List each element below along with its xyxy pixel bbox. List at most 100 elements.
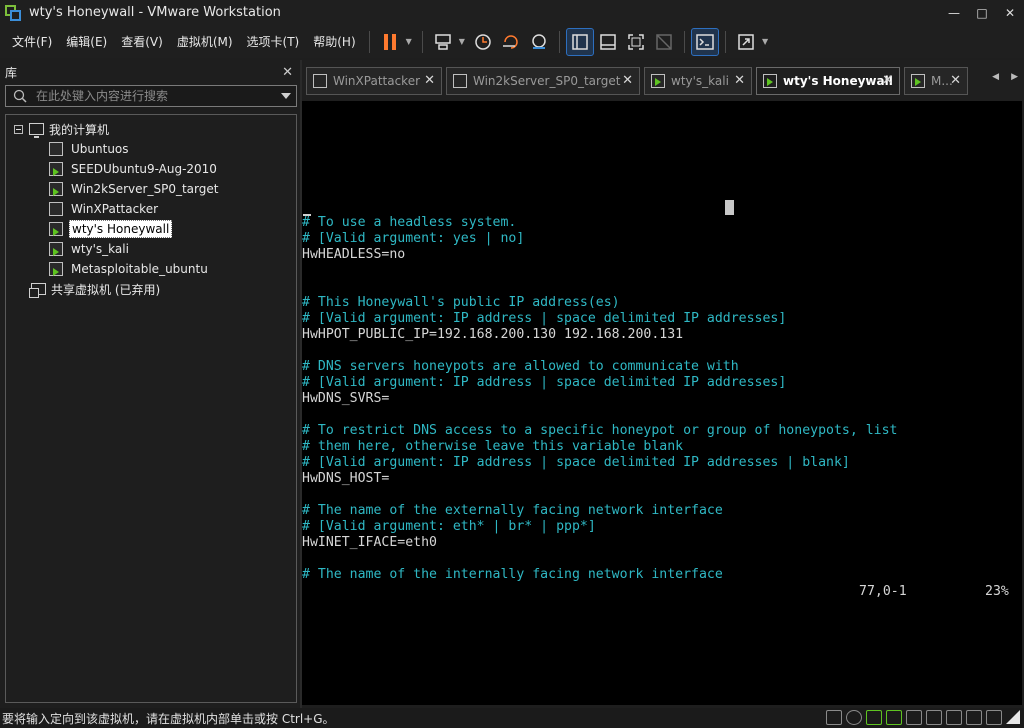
tab-label: wty's Honeywall <box>783 74 893 88</box>
network-adapter-icon[interactable] <box>866 710 882 725</box>
collapse-icon[interactable] <box>14 124 23 134</box>
library-search-input[interactable] <box>36 89 276 103</box>
tab-label: Win2kServer_SP0_target <box>473 74 621 88</box>
thumbnail-bar-button[interactable] <box>594 28 622 56</box>
config-comment-line: # This Honeywall's public IP address(es) <box>302 295 620 310</box>
close-button[interactable]: ✕ <box>996 0 1024 25</box>
sound-icon[interactable] <box>946 710 962 725</box>
tab-winxpattacker[interactable]: WinXPattacker ✕ <box>306 67 442 95</box>
take-snapshot-button[interactable] <box>469 28 497 56</box>
menu-tabs[interactable]: 选项卡(T) <box>240 25 307 58</box>
send-ctrl-alt-del-button[interactable] <box>429 28 457 56</box>
tab-close-icon[interactable]: ✕ <box>424 73 435 88</box>
config-value-line: HwDNS_SVRS= <box>302 391 390 406</box>
menu-edit[interactable]: 编辑(E) <box>59 25 114 58</box>
tree-item-winxpattacker[interactable]: WinXPattacker <box>6 199 296 219</box>
full-screen-button[interactable] <box>622 28 650 56</box>
send-keys-icon <box>435 33 451 50</box>
tree-item-label: SEEDUbuntu9-Aug-2010 <box>71 162 217 176</box>
minimize-button[interactable]: — <box>940 0 968 25</box>
library-close-icon[interactable]: ✕ <box>282 65 293 80</box>
tab-win2kserver[interactable]: Win2kServer_SP0_target ✕ <box>446 67 640 95</box>
tab-metasploitable[interactable]: M... ✕ <box>904 67 968 95</box>
vm-running-icon <box>49 262 63 276</box>
network-adapter-3-icon[interactable] <box>906 710 922 725</box>
tree-item-metasploitable[interactable]: Metasploitable_ubuntu <box>6 259 296 279</box>
vm-icon <box>49 202 63 216</box>
console-icon <box>696 33 714 50</box>
status-message: 要将输入定向到该虚拟机，请在虚拟机内部单击或按 Ctrl+G。 <box>2 711 335 726</box>
config-value-line: HwINET_IFACE=eth0 <box>302 535 437 550</box>
library-search-box[interactable] <box>5 85 297 107</box>
config-comment-line: # The name of the internally facing netw… <box>302 567 723 582</box>
tree-item-label: Win2kServer_SP0_target <box>71 182 219 196</box>
vm-running-icon <box>763 74 777 88</box>
thumbnail-icon <box>600 33 616 50</box>
tree-item-label: wty's_kali <box>71 242 129 256</box>
config-comment-line: # [Valid argument: IP address | space de… <box>302 311 787 326</box>
vm-console[interactable]: 77,0-1 23% # To use a headless system. # … <box>302 101 1022 705</box>
tree-item-win2kserver[interactable]: Win2kServer_SP0_target <box>6 179 296 199</box>
tab-kali[interactable]: wty's_kali ✕ <box>644 67 752 95</box>
shared-vm-icon <box>29 283 46 298</box>
network-adapter-2-icon[interactable] <box>886 710 902 725</box>
menu-view[interactable]: 查看(V) <box>114 25 170 58</box>
tree-item-label: Ubuntuos <box>71 142 129 156</box>
menu-file[interactable]: 文件(F) <box>0 25 59 58</box>
send-keys-dropdown-chevron-icon[interactable]: ▼ <box>459 37 465 46</box>
tab-label: WinXPattacker <box>333 74 421 88</box>
snapshot-manager-icon <box>532 33 546 49</box>
config-comment-line: # To use a headless system. <box>302 215 517 230</box>
menu-vm[interactable]: 虚拟机(M) <box>170 25 240 58</box>
tree-item-label: Metasploitable_ubuntu <box>71 262 208 276</box>
menu-help[interactable]: 帮助(H) <box>306 25 362 58</box>
window-title: wty's Honeywall - VMware Workstation <box>29 5 281 20</box>
tab-close-icon[interactable]: ✕ <box>622 73 633 88</box>
snapshot-icon <box>475 33 491 50</box>
tab-honeywall[interactable]: wty's Honeywall ✕ <box>756 67 900 95</box>
cd-drive-icon[interactable] <box>846 710 862 725</box>
maximize-button[interactable]: □ <box>968 0 996 25</box>
toolbar-separator <box>421 30 423 53</box>
tree-root-my-computer[interactable]: 我的计算机 <box>6 119 296 139</box>
tab-scroll-left-icon[interactable]: ◀ <box>992 72 999 82</box>
pause-button[interactable] <box>376 28 404 56</box>
vmware-logo-icon <box>5 4 21 21</box>
vm-running-icon <box>911 74 925 88</box>
pause-icon <box>383 33 396 50</box>
revert-snapshot-button[interactable] <box>497 28 525 56</box>
vm-running-icon <box>49 242 63 256</box>
config-value-line: HwDNS_HOST= <box>302 471 390 486</box>
library-header: 库 ✕ <box>0 60 299 84</box>
toolbar-separator <box>368 30 370 53</box>
tree-item-honeywall[interactable]: wty's Honeywall <box>6 219 296 239</box>
revert-snapshot-icon <box>502 34 518 49</box>
tab-close-icon[interactable]: ✕ <box>734 73 745 88</box>
display-icon[interactable] <box>986 710 1002 725</box>
usb-icon[interactable] <box>926 710 942 725</box>
printer-icon[interactable] <box>966 710 982 725</box>
tree-item-shared-vms[interactable]: 共享虚拟机 (已弃用) <box>6 279 296 299</box>
stretch-dropdown-chevron-icon[interactable]: ▼ <box>762 37 768 46</box>
tree-item-label: WinXPattacker <box>71 202 159 216</box>
vm-running-icon <box>651 74 665 88</box>
unity-icon <box>656 33 672 50</box>
tree-item-ubuntuos[interactable]: Ubuntuos <box>6 139 296 159</box>
tree-item-seedubuntu[interactable]: SEEDUbuntu9-Aug-2010 <box>6 159 296 179</box>
unity-button[interactable] <box>650 28 678 56</box>
tab-close-icon[interactable]: ✕ <box>882 73 893 88</box>
snapshot-manager-button[interactable] <box>525 28 553 56</box>
show-library-button[interactable] <box>565 27 594 56</box>
config-comment-line: # them here, otherwise leave this variab… <box>302 439 684 454</box>
mouse-cursor-block <box>725 200 734 215</box>
library-tree: 我的计算机 Ubuntuos SEEDUbuntu9-Aug-2010 Win2… <box>5 114 297 703</box>
pause-dropdown-chevron-icon[interactable]: ▼ <box>406 37 412 46</box>
resize-grip-icon[interactable] <box>1006 710 1020 724</box>
tab-scroll-right-icon[interactable]: ▶ <box>1011 72 1018 82</box>
tab-close-icon[interactable]: ✕ <box>950 73 961 88</box>
tree-item-kali[interactable]: wty's_kali <box>6 239 296 259</box>
stretch-guest-button[interactable] <box>732 28 760 56</box>
search-dropdown-chevron-icon[interactable] <box>281 93 291 99</box>
hard-disk-icon[interactable] <box>826 710 842 725</box>
console-view-button[interactable] <box>690 27 719 56</box>
